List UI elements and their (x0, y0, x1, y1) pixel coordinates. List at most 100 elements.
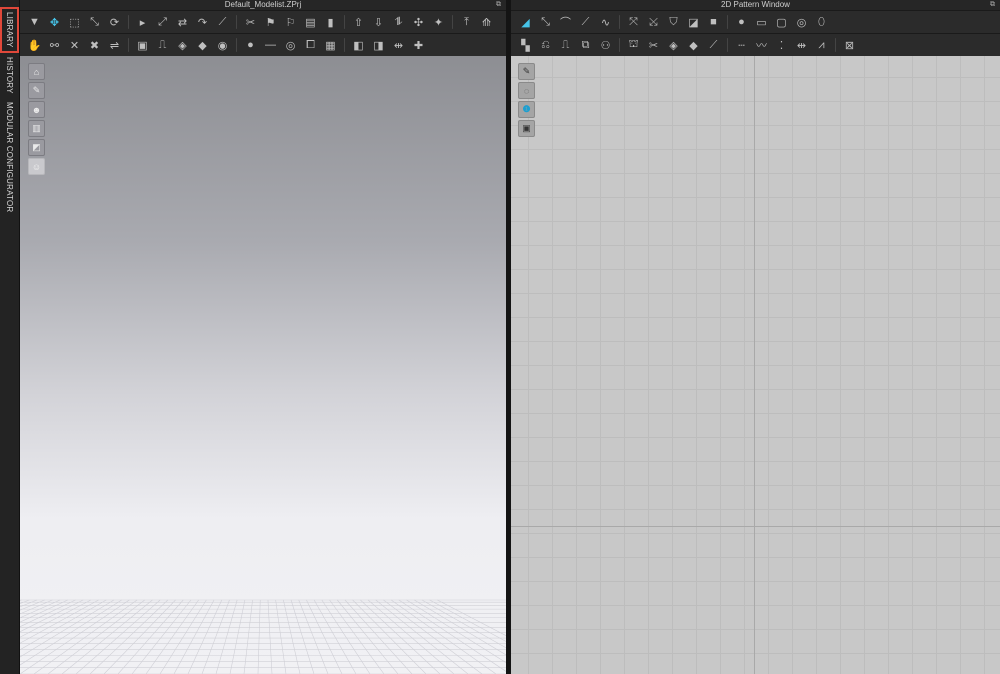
3d-row1-tool-12-icon[interactable]: ⚑ (262, 14, 279, 30)
3d-row2-tool-5-icon[interactable]: ⇌ (106, 37, 123, 53)
3d-row1-tool-15-icon[interactable]: ▮ (322, 14, 339, 30)
2d-row2-tool-12-icon[interactable]: 〰 (753, 37, 770, 53)
viewport-3d[interactable]: ⌂ ✎ ☻ ▥ ◩ ☺ (20, 56, 506, 674)
float-window-icon[interactable]: ⧉ (495, 1, 502, 8)
3d-row1-tool-16-icon[interactable]: ⇧ (350, 14, 367, 30)
floor-grid-line (313, 599, 357, 674)
viewport-2d-side-tools: ✎ ◌ ❶ ▣ (518, 63, 535, 137)
2d-row2-tool-11-icon[interactable]: ┄ (733, 37, 750, 53)
3d-row1-tool-4-icon[interactable]: ⤡ (86, 14, 103, 30)
2d-row2-tool-1-icon[interactable]: ▚ (517, 37, 534, 53)
3d-row2-tool-13-icon[interactable]: ◎ (282, 37, 299, 53)
2d-row2-tool-14-icon[interactable]: ⇹ (793, 37, 810, 53)
2d-row1-tool-14-icon[interactable]: ◎ (793, 14, 810, 30)
floor-grid-line (298, 599, 329, 674)
floor-grid-line (275, 599, 287, 674)
3d-row1-tool-9-icon[interactable]: ↷ (194, 14, 211, 30)
3d-row1-tool-6-icon[interactable]: ▸ (134, 14, 151, 30)
2d-view-tool-4-icon[interactable]: ▣ (518, 120, 535, 137)
viewport-3d-side-tools: ⌂ ✎ ☻ ▥ ◩ ☺ (28, 63, 45, 175)
2d-row2-tool-15-icon[interactable]: ⩘ (813, 37, 830, 53)
3d-view-tool-3-icon[interactable]: ☻ (28, 101, 45, 118)
3d-row1-tool-14-icon[interactable]: ▤ (302, 14, 319, 30)
3d-row1-tool-3-icon[interactable]: ⬚ (66, 14, 83, 30)
3d-row1-tool-13-icon[interactable]: ⚐ (282, 14, 299, 30)
3d-row1-tool-11-icon[interactable]: ✂ (242, 14, 259, 30)
2d-row1-tool-7-icon[interactable]: ⤩ (645, 14, 662, 30)
2d-row1-tool-3-icon[interactable]: ⌒ (557, 14, 574, 30)
viewport-2d-pattern[interactable]: ✎ ◌ ❶ ▣ (511, 56, 1000, 674)
3d-row1-tool-10-icon[interactable]: ⟋ (214, 14, 231, 30)
3d-view-tool-5-icon[interactable]: ◩ (28, 139, 45, 156)
3d-row1-tool-8-icon[interactable]: ⇄ (174, 14, 191, 30)
3d-row1-tool-5-icon[interactable]: ⟳ (106, 14, 123, 30)
3d-row1-tool-20-icon[interactable]: ✦ (430, 14, 447, 30)
2d-row2-tool-16-icon[interactable]: ⊠ (841, 37, 858, 53)
3d-row1-tool-22-icon[interactable]: ⟰ (478, 14, 495, 30)
toolbar-2d-row1: ◢ ⤡ ⌒ ⟋ ∿ ⤧ ⤩ ⛉ ◪ ■ ● ▭ ▢ ◎ ⬯ (511, 10, 1000, 33)
2d-row2-tool-8-icon[interactable]: ◈ (665, 37, 682, 53)
3d-row2-tool-2-icon[interactable]: ⚯ (46, 37, 63, 53)
2d-row1-tool-9-icon[interactable]: ◪ (685, 14, 702, 30)
tab-modular-configurator[interactable]: MODULAR CONFIGURATOR (1, 102, 18, 212)
2d-row1-tool-5-icon[interactable]: ∿ (597, 14, 614, 30)
floor-grid-line (267, 599, 273, 674)
2d-view-tool-2-icon[interactable]: ◌ (518, 82, 535, 99)
3d-view-tool-2-icon[interactable]: ✎ (28, 82, 45, 99)
2d-row1-tool-11-icon[interactable]: ● (733, 14, 750, 30)
3d-row1-tool-18-icon[interactable]: ⥮ (390, 14, 407, 30)
3d-row1-tool-17-icon[interactable]: ⇩ (370, 14, 387, 30)
3d-row2-tool-8-icon[interactable]: ◈ (174, 37, 191, 53)
3d-row2-tool-6-icon[interactable]: ▣ (134, 37, 151, 53)
float-window-icon[interactable]: ⧉ (989, 1, 996, 8)
3d-view-tool-6-icon[interactable]: ☺ (28, 158, 45, 175)
3d-row2-tool-17-icon[interactable]: ◨ (370, 37, 387, 53)
2d-row2-tool-4-icon[interactable]: ⧉ (577, 37, 594, 53)
toolbar-separator (128, 15, 129, 29)
2d-row1-tool-10-icon[interactable]: ■ (705, 14, 722, 30)
2d-row1-tool-2-icon[interactable]: ⤡ (537, 14, 554, 30)
3d-row1-tool-1-icon[interactable]: ▼ (26, 14, 43, 30)
2d-row2-tool-9-icon[interactable]: ◆ (685, 37, 702, 53)
3d-row2-tool-1-icon[interactable]: ✋ (26, 37, 43, 53)
2d-view-tool-3-icon[interactable]: ❶ (518, 101, 535, 118)
2d-row2-tool-3-icon[interactable]: ⎍ (557, 37, 574, 53)
3d-row2-tool-15-icon[interactable]: ▦ (322, 37, 339, 53)
3d-row2-tool-9-icon[interactable]: ◆ (194, 37, 211, 53)
tab-library[interactable]: LIBRARY (0, 7, 19, 53)
2d-row1-tool-6-icon[interactable]: ⤧ (625, 14, 642, 30)
floor-grid-line (20, 599, 91, 638)
3d-row2-tool-10-icon[interactable]: ◉ (214, 37, 231, 53)
3d-row2-tool-14-icon[interactable]: ⧠ (302, 37, 319, 53)
3d-row2-tool-3-icon[interactable]: ✕ (66, 37, 83, 53)
2d-row2-tool-2-icon[interactable]: ⎌ (537, 37, 554, 53)
3d-row1-tool-19-icon[interactable]: ✣ (410, 14, 427, 30)
2d-row2-tool-7-icon[interactable]: ✂ (645, 37, 662, 53)
2d-row1-tool-13-icon[interactable]: ▢ (773, 14, 790, 30)
3d-row2-tool-4-icon[interactable]: ✖ (86, 37, 103, 53)
2d-row1-tool-8-icon[interactable]: ⛉ (665, 14, 682, 30)
floor-grid-line (360, 599, 441, 674)
3d-row1-tool-2-icon[interactable]: ✥ (46, 14, 63, 30)
3d-row2-tool-16-icon[interactable]: ◧ (350, 37, 367, 53)
3d-row2-tool-12-icon[interactable]: — (262, 37, 279, 53)
2d-row2-tool-5-icon[interactable]: ⚇ (597, 37, 614, 53)
3d-view-tool-1-icon[interactable]: ⌂ (28, 63, 45, 80)
floor-grid-line (321, 599, 371, 674)
3d-row2-tool-11-icon[interactable]: ● (242, 37, 259, 53)
2d-row1-tool-15-icon[interactable]: ⬯ (813, 14, 830, 30)
3d-view-tool-4-icon[interactable]: ▥ (28, 120, 45, 137)
2d-row2-tool-6-icon[interactable]: ⛫ (625, 37, 642, 53)
2d-row2-tool-13-icon[interactable]: ⁚ (773, 37, 790, 53)
3d-row2-tool-19-icon[interactable]: ✚ (410, 37, 427, 53)
2d-row2-tool-10-icon[interactable]: ⟋ (705, 37, 722, 53)
2d-row1-tool-1-icon[interactable]: ◢ (517, 14, 534, 30)
2d-view-tool-1-icon[interactable]: ✎ (518, 63, 535, 80)
2d-row1-tool-12-icon[interactable]: ▭ (753, 14, 770, 30)
2d-row1-tool-4-icon[interactable]: ⟋ (577, 14, 594, 30)
3d-row2-tool-7-icon[interactable]: ⎍ (154, 37, 171, 53)
3d-row1-tool-21-icon[interactable]: ⤒ (458, 14, 475, 30)
tab-history[interactable]: HISTORY (1, 57, 18, 94)
3d-row2-tool-18-icon[interactable]: ⇹ (390, 37, 407, 53)
3d-row1-tool-7-icon[interactable]: ⤢ (154, 14, 171, 30)
